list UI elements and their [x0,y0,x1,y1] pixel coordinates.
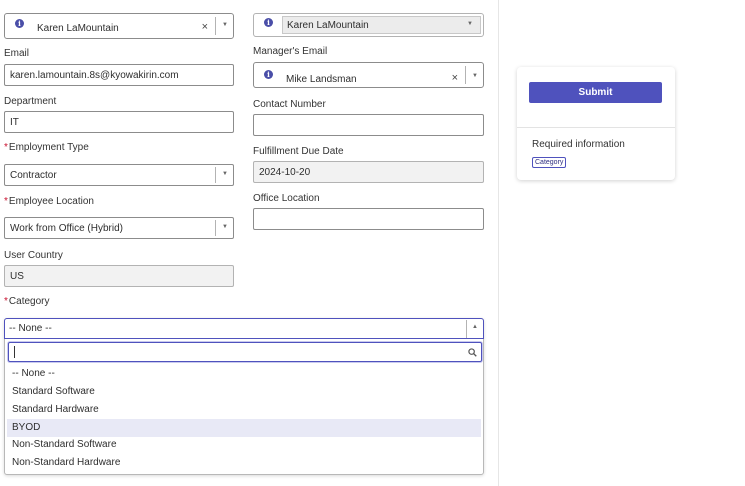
category-dropdown[interactable]: -- None -- ▲ -- None -- Standard Softwar… [4,318,484,475]
caret-down-icon[interactable]: ▼ [222,171,228,177]
clear-icon[interactable]: × [452,72,458,84]
submit-button[interactable]: Submit [529,82,662,103]
divider [465,66,466,84]
caret-up-icon[interactable]: ▲ [472,324,478,330]
divider [215,17,216,35]
fulfillment-due-date-label: Fulfillment Due Date [253,146,344,157]
category-option[interactable]: Non-Standard Software [7,436,481,454]
required-marker: * [4,196,8,207]
managers-email-field[interactable]: i Mike Landsman × ▼ [253,62,484,88]
email-label: Email [4,48,30,59]
employee-location-select[interactable]: Work from Office (Hybrid) ▼ [4,217,234,239]
contact-number-label: Contact Number [253,99,326,110]
category-select[interactable]: -- None -- ▲ [4,318,484,339]
category-value: -- None -- [9,323,52,334]
card-divider [517,127,675,128]
employee-location-label-text: Employee Location [8,196,94,207]
divider [466,320,467,338]
category-option-highlighted[interactable]: BYOD [7,419,481,437]
clear-icon[interactable]: × [202,21,208,33]
employee-location-value: Work from Office (Hybrid) [10,223,123,234]
panel-divider [498,0,499,486]
text-cursor [14,346,15,358]
requested-for-value: Karen LaMountain [37,23,119,34]
caret-down-icon: ▼ [467,21,473,27]
managers-email-label: Manager's Email [253,46,328,57]
office-location-label: Office Location [253,193,320,204]
required-marker: * [4,296,8,307]
managers-email-value: Mike Landsman [286,74,357,85]
info-icon[interactable]: i [15,19,24,28]
search-icon [468,348,477,357]
caret-down-icon[interactable]: ▼ [222,224,228,230]
department-field[interactable]: IT [4,111,234,133]
user-country-field: US [4,265,234,287]
info-icon[interactable]: i [264,70,273,79]
submit-card: Submit Required information Category [517,67,675,180]
employment-type-select[interactable]: Contractor ▼ [4,164,234,186]
employment-type-label: *Employment Type [4,142,89,153]
category-option[interactable]: -- None -- [7,365,481,383]
info-icon[interactable]: i [264,18,273,27]
category-label-text: Category [8,296,50,307]
email-field[interactable]: karen.lamountain.8s@kyowakirin.com [4,64,234,86]
fulfillment-due-date-field: 2024-10-20 [253,161,484,183]
category-option[interactable]: Standard Software [7,383,481,401]
caret-down-icon[interactable]: ▼ [222,22,228,28]
requested-by-field: i Karen LaMountain ▼ [253,13,484,37]
required-field-badge[interactable]: Category [532,157,567,168]
category-option[interactable]: Standard Hardware [7,401,481,419]
category-search-input[interactable] [8,342,482,362]
required-marker: * [4,142,8,153]
requested-by-value: Karen LaMountain [287,20,369,31]
requested-for-field[interactable]: i Karen LaMountain × ▼ [4,13,234,39]
category-label: *Category [4,296,49,307]
caret-down-icon[interactable]: ▼ [472,73,478,79]
employee-location-label: *Employee Location [4,196,94,207]
divider [215,220,216,236]
user-country-label: User Country [4,250,63,261]
category-option[interactable]: Non-Standard Hardware [7,454,481,472]
employment-type-value: Contractor [10,170,57,181]
employment-type-label-text: Employment Type [8,142,89,153]
office-location-field[interactable] [253,208,484,230]
contact-number-field[interactable] [253,114,484,136]
divider [215,167,216,183]
department-label: Department [4,96,57,107]
required-information-label: Required information [532,139,625,150]
